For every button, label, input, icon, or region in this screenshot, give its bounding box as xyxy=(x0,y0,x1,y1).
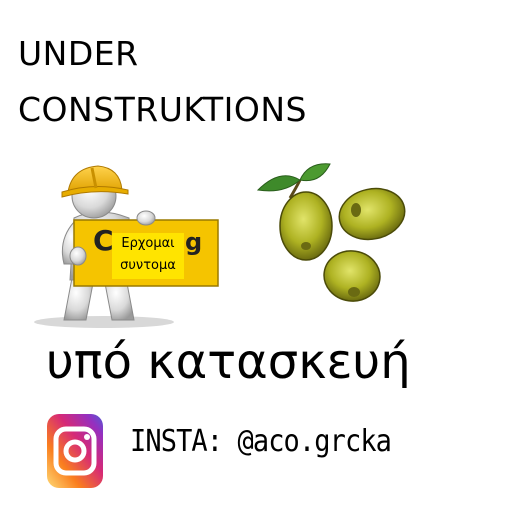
greek-under-construction-title: υπό κατασκευή xyxy=(46,334,411,390)
coming-soon-sticker: Ερχομαι συντομα xyxy=(112,233,184,279)
title-line-under: UNDER xyxy=(18,34,139,73)
sign-letter-c: C xyxy=(93,224,114,257)
olives-illustration xyxy=(256,163,406,302)
sign-letter-g: g xyxy=(185,228,203,256)
title-line-constructions: CONSTRUKTIONS xyxy=(18,90,307,129)
instagram-icon[interactable] xyxy=(46,413,104,489)
sticker-line-2: συντομα xyxy=(120,258,176,273)
instagram-handle: INSTA: @aco.grcka xyxy=(130,424,392,459)
sticker-line-1: Ερχομαι xyxy=(121,236,175,251)
